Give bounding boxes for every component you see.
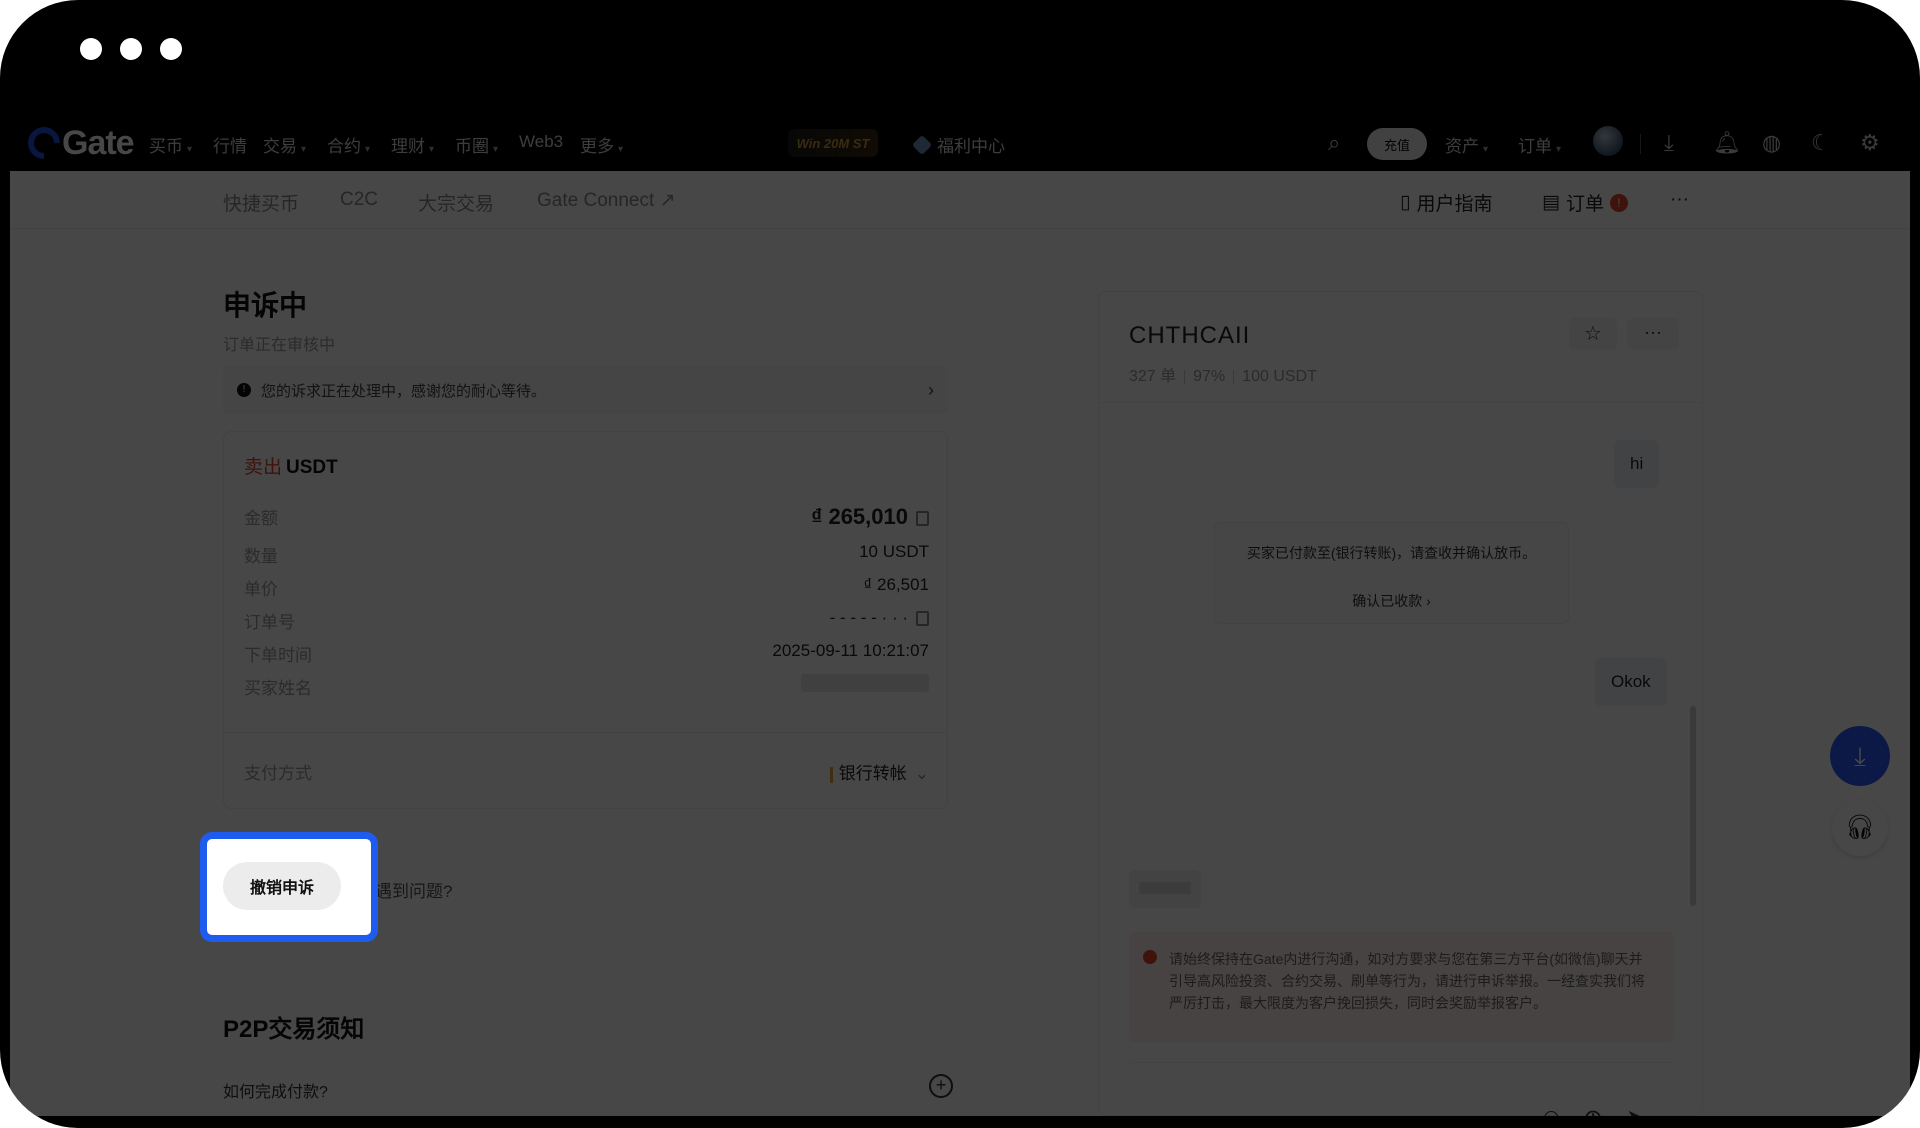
problem-link[interactable]: 遇到问题? (375, 877, 452, 902)
orders-badge: ! (1609, 193, 1628, 212)
message-okok: Okok (1595, 658, 1667, 706)
plus-icon[interactable]: + (929, 1074, 953, 1098)
masked-buyer-name (801, 674, 929, 692)
logo-text: Gate (62, 123, 135, 162)
nav-orders[interactable]: 订单 ▾ (1518, 132, 1561, 157)
top-nav: Gate 买币 ▾ 行情 交易 ▾ 合约 ▾ 理财 ▾ 币圈 ▾ Web3 更多 ▾ Win… (10, 116, 1910, 171)
page-title: 申诉中 (223, 290, 308, 321)
nav-item-buy[interactable]: 买币 ▾ (149, 132, 192, 157)
subnav-c2c[interactable]: C2C (340, 189, 378, 211)
safety-warning: 请始终保持在Gate内进行沟通，如对方要求与您在第三方平台(如微信)聊天并引导高… (1129, 932, 1674, 1042)
counterparty-stats: 327 单 97% 100 USDT (1129, 368, 1317, 385)
chevron-down-icon: ⌄ (914, 764, 929, 783)
book-icon: ▯ (1400, 192, 1411, 213)
window-dots (80, 38, 182, 60)
copy-icon[interactable] (916, 510, 929, 526)
order-card: 卖出 USDT 金额 ₫ 265,010 数量 10 USDT 单价 ₫ 26,501 … (223, 431, 948, 809)
rewards-hub[interactable]: 福利中心 (911, 132, 1005, 157)
emoji-icon[interactable]: ☺ (1539, 1104, 1564, 1116)
order-card-title: 卖出 USDT (244, 457, 338, 478)
globe-icon[interactable]: ◍ (1762, 130, 1781, 156)
gate-logo[interactable]: Gate (21, 120, 135, 166)
cancel-appeal-button[interactable]: 撤销申诉 (223, 862, 341, 910)
orders-link[interactable]: ▤ 订单! (1542, 189, 1628, 216)
promo-banner[interactable]: Win 20M ST (788, 129, 878, 157)
chevron-right-icon: › (928, 379, 934, 400)
counterparty-name: CHTHCAII (1129, 322, 1251, 349)
user-guide-link[interactable]: ▯ 用户指南 (1400, 189, 1492, 216)
nav-item-trade[interactable]: 交易 ▾ (263, 132, 306, 157)
more-icon[interactable]: ··· (1627, 318, 1679, 350)
bell-icon[interactable]: 🔔︎ (1713, 130, 1741, 156)
info-icon: ! (237, 383, 251, 397)
nav-item-earn[interactable]: 理财 ▾ (391, 132, 434, 157)
subnav-block-trade[interactable]: 大宗交易 (418, 189, 494, 216)
add-attachment-icon[interactable]: ⊕ (1583, 1104, 1603, 1116)
nav-item-markets[interactable]: 行情 (213, 132, 247, 157)
subnav-quick-buy[interactable]: 快捷买币 (223, 189, 299, 216)
download-app-icon[interactable]: ⤓ (1830, 726, 1890, 786)
device-frame: Gate 买币 ▾ 行情 交易 ▾ 合约 ▾ 理财 ▾ 币圈 ▾ Web3 更多 ▾ Win… (0, 0, 1920, 1128)
download-icon[interactable]: ⤓ (1664, 130, 1674, 156)
more-options-icon[interactable]: ··· (1670, 189, 1689, 211)
warning-icon (1143, 950, 1157, 964)
confirm-received-link[interactable]: 确认已收款 › (1215, 591, 1568, 611)
sub-nav: 快捷买币 C2C 大宗交易 Gate Connect ↗ ▯ 用户指南 ▤ 订单! … (10, 171, 1910, 229)
chat-panel: CHTHCAII 327 单 97% 100 USDT ☆ ··· hi 买家已付款… (1098, 291, 1703, 1116)
document-icon: ▤ (1542, 192, 1560, 213)
message-hi: hi (1614, 440, 1660, 488)
nav-item-square[interactable]: 币圈 ▾ (455, 132, 498, 157)
chat-scrollbar[interactable] (1690, 706, 1696, 906)
browser-screen: Gate 买币 ▾ 行情 交易 ▾ 合约 ▾ 理财 ▾ 币圈 ▾ Web3 更多 ▾ Win… (10, 116, 1910, 1116)
moon-icon[interactable]: ☾ (1811, 130, 1831, 156)
deposit-button[interactable]: 充值 (1367, 128, 1427, 160)
nav-assets[interactable]: 资产 ▾ (1445, 132, 1488, 157)
appeal-notice[interactable]: ! 您的诉求正在处理中，感谢您的耐心等待。 › (223, 366, 948, 414)
nav-item-futures[interactable]: 合约 ▾ (327, 132, 370, 157)
search-icon[interactable]: ⌕ (1328, 130, 1340, 156)
avatar[interactable] (1593, 126, 1623, 156)
system-message: 买家已付款至(银行转账)，请查收并确认放币。 确认已收款 › (1214, 522, 1569, 624)
copy-icon[interactable] (916, 611, 929, 627)
send-icon[interactable]: ➤ (1626, 1104, 1646, 1116)
support-headset-icon[interactable]: 🎧︎ (1832, 800, 1888, 856)
page-subtitle: 订单正在审核中 (223, 337, 336, 354)
nav-item-more[interactable]: 更多 ▾ (580, 132, 623, 157)
faq-item[interactable]: 如何完成付款? + (223, 1074, 953, 1102)
subnav-gate-connect[interactable]: Gate Connect ↗ (537, 189, 675, 212)
star-icon[interactable]: ☆ (1569, 318, 1617, 350)
masked-message (1129, 870, 1201, 908)
highlight-box: 撤销申诉 (200, 832, 378, 942)
gear-icon[interactable]: ⚙ (1860, 130, 1880, 156)
gate-logo-icon (21, 120, 67, 166)
nav-item-web3[interactable]: Web3 (519, 132, 563, 152)
p2p-notice-title: P2P交易须知 (223, 1016, 365, 1043)
cube-icon (911, 134, 933, 155)
